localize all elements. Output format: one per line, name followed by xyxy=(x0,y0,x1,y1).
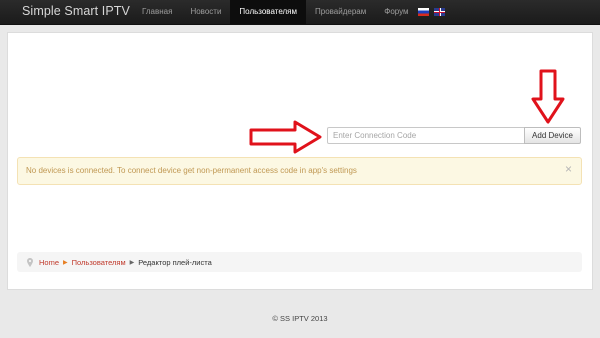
english-flag-icon[interactable] xyxy=(434,8,445,16)
breadcrumb-link-home[interactable]: Home xyxy=(39,258,59,267)
footer-copyright: © SS IPTV 2013 xyxy=(272,314,328,323)
nav-item-users[interactable]: Пользователям xyxy=(230,0,306,24)
russian-flag-icon[interactable] xyxy=(418,8,429,16)
breadcrumb-link-users[interactable]: Пользователям xyxy=(72,258,126,267)
chevron-right-icon: ▶ xyxy=(63,259,68,266)
nav-item-home[interactable]: Главная xyxy=(133,0,181,24)
nav-item-forum[interactable]: Форум xyxy=(375,0,417,24)
close-icon[interactable]: × xyxy=(565,163,572,175)
nav-item-news[interactable]: Новости xyxy=(181,0,230,24)
brand-title[interactable]: Simple Smart IPTV xyxy=(22,4,130,18)
main-content: Add Device No devices is connected. To c… xyxy=(7,32,593,290)
red-arrow-right-icon xyxy=(249,120,322,154)
red-arrow-down-icon xyxy=(531,69,565,124)
top-navbar: Simple Smart IPTV Главная Новости Пользо… xyxy=(0,0,600,25)
alert-message: No devices is connected. To connect devi… xyxy=(26,166,357,175)
language-switcher xyxy=(418,8,445,16)
connection-code-input[interactable] xyxy=(327,127,532,144)
main-nav: Главная Новости Пользователям Провайдера… xyxy=(133,0,418,24)
no-devices-alert: No devices is connected. To connect devi… xyxy=(17,157,582,185)
breadcrumb-current: Редактор плей-листа xyxy=(138,257,212,267)
chevron-right-icon: ▶ xyxy=(129,259,135,266)
breadcrumb: Home ▶ Пользователям ▶ Редактор плей-лис… xyxy=(17,252,582,272)
add-device-button[interactable]: Add Device xyxy=(524,127,581,144)
map-pin-icon xyxy=(27,257,33,267)
nav-item-providers[interactable]: Провайдерам xyxy=(306,0,375,24)
